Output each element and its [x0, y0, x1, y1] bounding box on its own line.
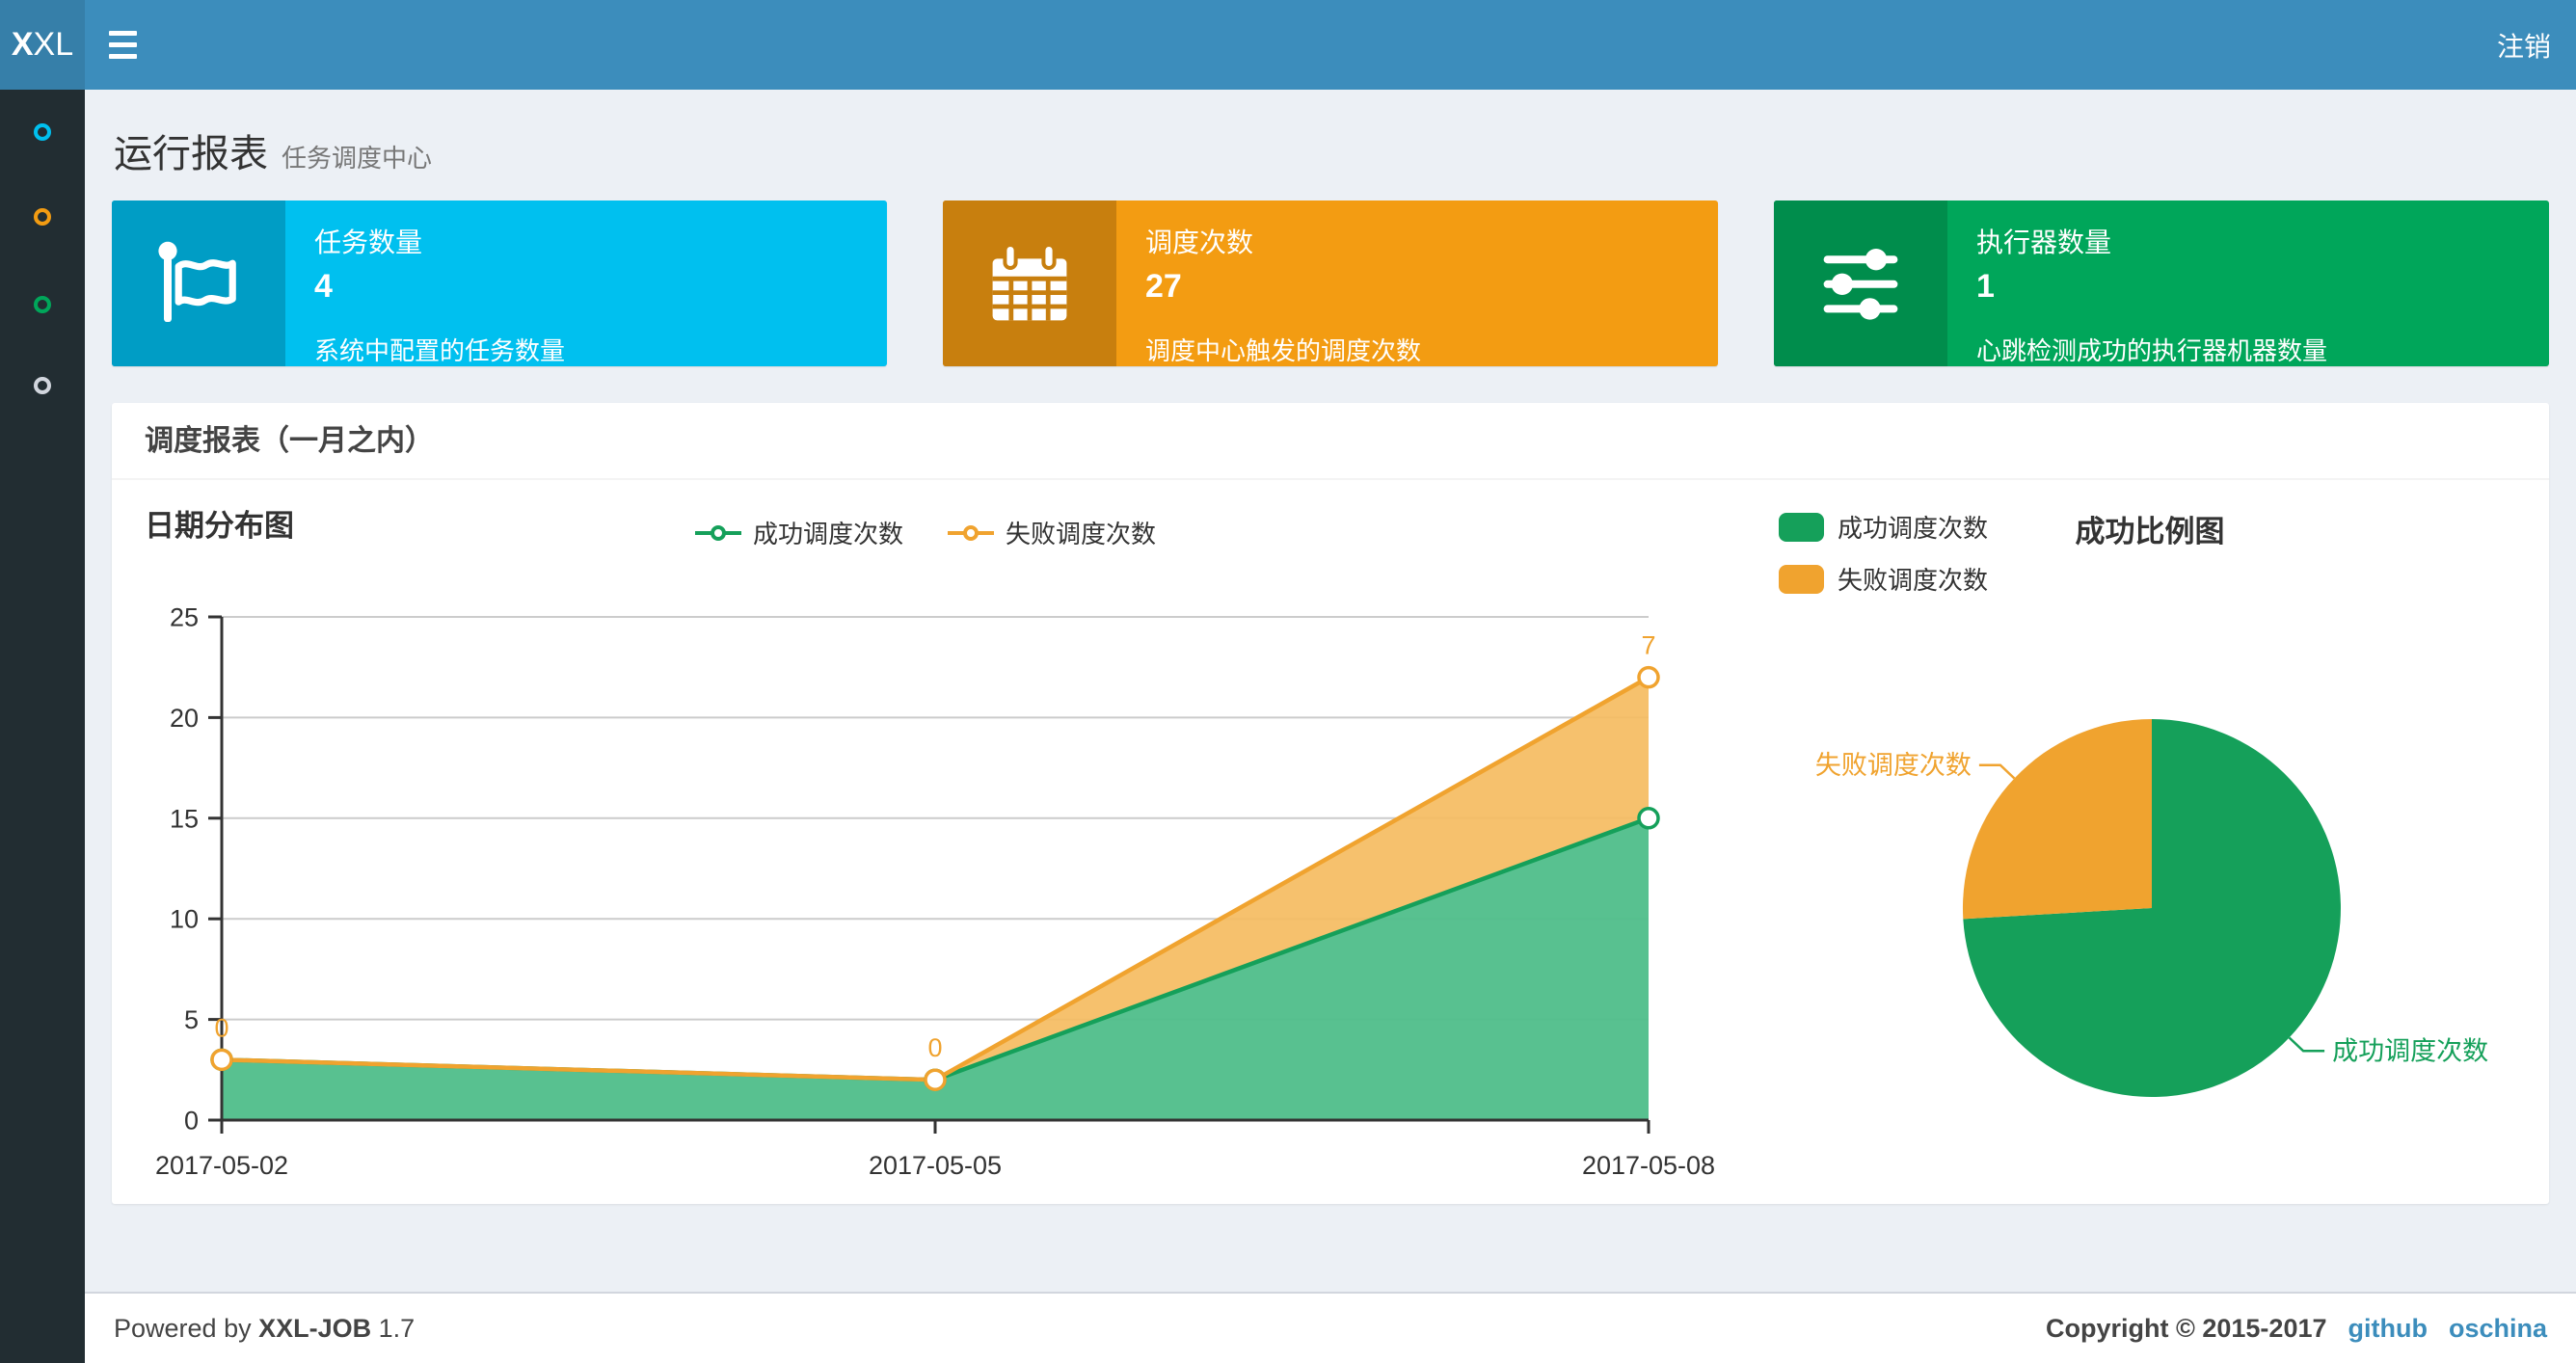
marker-fail	[1637, 665, 1660, 689]
content-header: 运行报表 任务调度中心	[85, 90, 2576, 200]
page-title: 运行报表	[114, 133, 268, 175]
content-wrapper: 运行报表 任务调度中心 任务数量 4 系统中配置的任务数量 调度次数 27 调度…	[85, 90, 2576, 1204]
sidebar-item-2[interactable]	[0, 186, 85, 248]
sidebar	[0, 90, 85, 1363]
pie-slice	[1962, 719, 2152, 920]
stat-card-value: 1	[1976, 268, 1995, 305]
sidebar-item-1[interactable]	[0, 101, 85, 163]
stat-cards-row: 任务数量 4 系统中配置的任务数量 调度次数 27 调度中心触发的调度次数 执行…	[85, 200, 2576, 366]
y-tick-label: 0	[184, 1106, 199, 1135]
stat-card-executors: 执行器数量 1 心跳检测成功的执行器机器数量	[1774, 200, 2549, 366]
y-tick-label: 20	[170, 704, 199, 733]
y-tick-label: 15	[170, 804, 199, 833]
version: 1.7	[378, 1313, 416, 1343]
calendar-icon	[943, 200, 1116, 366]
stat-card-desc: 心跳检测成功的执行器机器数量	[1976, 336, 2328, 365]
flag-icon	[112, 200, 285, 366]
pie-label-line	[1978, 763, 2016, 780]
circle-o-icon	[34, 296, 51, 313]
marker-fail	[210, 1048, 233, 1072]
stat-card-content: 执行器数量 1 心跳检测成功的执行器机器数量	[1947, 200, 2549, 366]
pie-legend-item-fail[interactable]: 失败调度次数	[1779, 561, 1988, 597]
y-tick-label: 5	[184, 1005, 199, 1034]
pie-label-line	[2288, 1036, 2325, 1053]
point-label: 0	[927, 1033, 942, 1062]
marker-success	[1637, 807, 1660, 830]
oschina-link[interactable]: oschina	[2449, 1314, 2547, 1344]
pie-legend-item-success[interactable]: 成功调度次数	[1779, 509, 1988, 545]
pie-chart[interactable]: 成功调度次数 失败调度次数	[1764, 665, 2564, 1200]
powered-by: Powered by XXL-JOB 1.7	[114, 1313, 416, 1343]
swatch-icon	[1779, 512, 1824, 542]
y-tick-label: 10	[170, 905, 199, 934]
circle-o-icon	[34, 123, 51, 141]
sidebar-toggle-button[interactable]	[85, 0, 160, 90]
sidebar-item-4[interactable]	[0, 355, 85, 416]
x-tick-label: 2017-05-02	[155, 1151, 288, 1180]
stat-card-title: 调度次数	[1145, 227, 1254, 257]
sidebar-item-3[interactable]	[0, 274, 85, 335]
stat-card-value: 27	[1145, 268, 1182, 305]
marker-fail	[924, 1068, 947, 1091]
line-series-icon	[694, 524, 741, 541]
report-panel: 调度报表（一月之内） 日期分布图 成功调度次数 失败调度次数 0 5 10 15 20 2…	[112, 403, 2549, 1204]
navbar-right: 注销	[2472, 0, 2576, 90]
circle-o-icon	[34, 208, 51, 226]
sliders-icon	[1774, 200, 1947, 366]
pie-slice-label: 失败调度次数	[1815, 751, 1972, 780]
brand-name: XXL-JOB	[258, 1313, 372, 1343]
stat-card-title: 执行器数量	[1976, 227, 2112, 257]
pie-chart-title: 成功比例图	[2075, 515, 2225, 548]
hamburger-icon	[108, 31, 137, 36]
stat-card-title: 任务数量	[314, 227, 423, 257]
stat-card-desc: 调度中心触发的调度次数	[1145, 336, 1422, 365]
copyright: Copyright © 2015-2017 github oschina	[2045, 1313, 2547, 1344]
logout-link[interactable]: 注销	[2472, 0, 2576, 90]
stat-card-desc: 系统中配置的任务数量	[314, 336, 566, 365]
y-tick-label: 25	[170, 602, 199, 631]
circle-o-icon	[34, 377, 51, 394]
line-area-chart[interactable]: 05101520252017-05-02 2017-05-05 2017-05-08…	[116, 540, 1735, 1215]
point-label: 0	[214, 1013, 228, 1042]
stat-card-triggers: 调度次数 27 调度中心触发的调度次数	[943, 200, 1718, 366]
pie-slice-label: 成功调度次数	[2332, 1037, 2488, 1066]
x-tick-label: 2017-05-05	[869, 1151, 1002, 1180]
pie-legend-label: 失败调度次数	[1838, 566, 1989, 595]
footer: Powered by XXL-JOB 1.7 Copyright © 2015-…	[85, 1292, 2576, 1363]
pie-legend-label: 成功调度次数	[1838, 514, 1989, 543]
pie-chart-legend: 成功调度次数 失败调度次数	[1779, 509, 1988, 613]
logo-bold: X	[11, 26, 34, 63]
panel-title: 调度报表（一月之内）	[112, 403, 2549, 480]
x-tick-label: 2017-05-08	[1582, 1151, 1715, 1180]
stat-card-value: 4	[314, 268, 333, 305]
swatch-icon	[1779, 564, 1824, 594]
page-subtitle: 任务调度中心	[282, 144, 433, 173]
line-series-icon	[948, 524, 994, 541]
top-navbar: X XL 注销	[0, 0, 2576, 90]
github-link[interactable]: github	[2348, 1314, 2428, 1344]
app-logo[interactable]: X XL	[0, 0, 85, 90]
logo-rest: XL	[33, 26, 74, 63]
point-label: 7	[1641, 631, 1655, 660]
stat-card-content: 调度次数 27 调度中心触发的调度次数	[1116, 200, 1718, 366]
stat-card-content: 任务数量 4 系统中配置的任务数量	[285, 200, 887, 366]
stat-card-jobs: 任务数量 4 系统中配置的任务数量	[112, 200, 887, 366]
